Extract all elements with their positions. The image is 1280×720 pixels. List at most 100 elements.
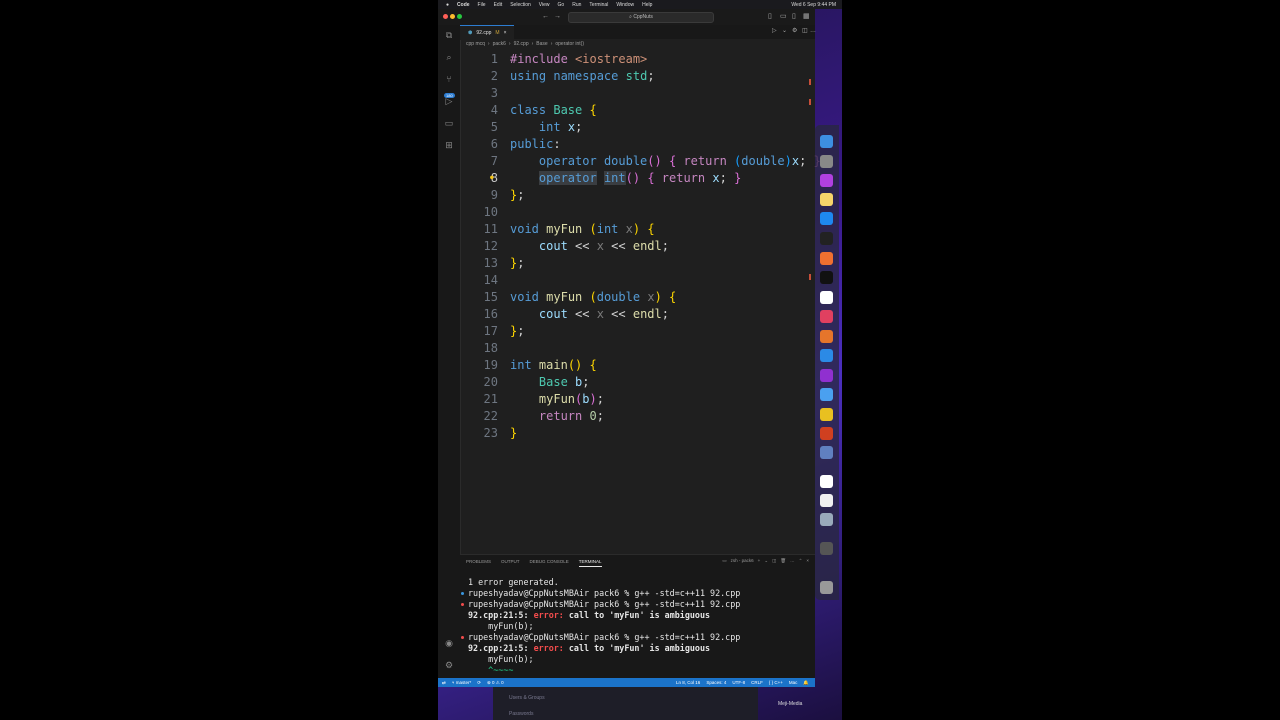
split-editor-icon[interactable]: ◫ <box>802 27 808 36</box>
menu-code[interactable]: Code <box>457 2 470 8</box>
code-text: int main() { <box>510 358 597 372</box>
datetime[interactable]: Wed 6 Sep 9:44 PM <box>791 2 836 8</box>
activity-monitor-icon[interactable] <box>820 232 833 245</box>
breadcrumb-item[interactable]: pack6 <box>493 41 506 47</box>
trash-icon[interactable]: 🗑 <box>780 558 786 564</box>
preview-icon[interactable] <box>820 446 833 459</box>
settings-gear-icon[interactable]: ⚙ <box>792 27 797 36</box>
forward-arrow-icon[interactable]: → <box>554 12 561 21</box>
extensions-icon[interactable]: ⊞ <box>443 139 455 151</box>
menu-run[interactable]: Run <box>572 2 581 8</box>
safari-icon[interactable] <box>820 388 833 401</box>
new-terminal-icon[interactable]: + <box>758 558 761 564</box>
close-tab-icon[interactable]: × <box>504 26 507 40</box>
mac-menubar: ● Code File Edit Selection View Go Run T… <box>438 0 842 9</box>
chevron-down-icon[interactable]: ⌄ <box>764 558 768 564</box>
platform[interactable]: Mac <box>789 678 798 687</box>
firefox-icon[interactable] <box>820 252 833 265</box>
menu-help[interactable]: Help <box>642 2 652 8</box>
branch-indicator[interactable]: ⑂ master* <box>452 678 471 687</box>
code-line: 3 <box>460 85 498 102</box>
tab-output[interactable]: OUTPUT <box>501 559 520 567</box>
language-mode[interactable]: { } C++ <box>769 678 783 687</box>
cursor-position[interactable]: Ln 8, Col 16 <box>676 678 700 687</box>
chrome-icon[interactable] <box>820 408 833 421</box>
lightbulb-icon[interactable]: ● <box>490 174 494 181</box>
notifications-icon[interactable]: 🔔 <box>803 678 809 687</box>
source-control-icon[interactable]: ⑂ <box>443 73 455 85</box>
run-icon[interactable]: ▷ <box>772 27 777 36</box>
onenote-icon[interactable] <box>820 369 833 382</box>
toggle-secondary-sidebar-icon[interactable]: ▯ <box>792 12 796 21</box>
back-arrow-icon[interactable]: ← <box>542 12 549 21</box>
line-number: 15 <box>483 290 498 304</box>
close-window-button[interactable] <box>443 14 448 19</box>
menu-view[interactable]: View <box>539 2 550 8</box>
explorer-icon[interactable]: ⧉ <box>443 29 455 41</box>
remote-icon[interactable]: ⇄ <box>442 678 446 687</box>
terminal-output[interactable]: 1 error generated. rupeshyadav@CppNutsMB… <box>461 577 813 676</box>
tab-debug-console[interactable]: DEBUG CONSOLE <box>530 559 569 567</box>
remote-explorer-icon[interactable]: ▭ <box>443 117 455 129</box>
obs-icon[interactable] <box>820 330 833 343</box>
breadcrumb-item[interactable]: Base <box>536 41 547 47</box>
downloads-icon[interactable] <box>820 513 833 526</box>
menu-file[interactable]: File <box>478 2 486 8</box>
terminal-app-icon[interactable] <box>820 271 833 284</box>
accounts-icon[interactable]: ◉ <box>443 637 455 649</box>
close-panel-icon[interactable]: × <box>806 558 809 564</box>
breadcrumb-separator: › <box>550 41 553 47</box>
line-ending[interactable]: CRLF <box>751 678 763 687</box>
zoom-window-button[interactable] <box>457 14 462 19</box>
toggle-panel-icon[interactable]: ▭ <box>780 12 787 21</box>
notion-icon[interactable] <box>820 291 833 304</box>
split-terminal-icon[interactable]: ◫ <box>772 558 776 564</box>
finder-icon[interactable] <box>820 135 833 148</box>
tab-92-cpp[interactable]: ⬢ 92.cpp M × <box>460 25 515 40</box>
maximize-panel-icon[interactable]: ⌃ <box>799 558 803 564</box>
customize-layout-icon[interactable]: ▦ <box>803 12 810 21</box>
encoding[interactable]: UTF-8 <box>732 678 745 687</box>
menu-terminal[interactable]: Terminal <box>589 2 608 8</box>
menu-window[interactable]: Window <box>616 2 634 8</box>
toggle-sidebar-icon[interactable]: ▯ <box>768 12 772 21</box>
app-store-icon[interactable] <box>820 212 833 225</box>
menu-selection[interactable]: Selection <box>510 2 531 8</box>
code-line: 17}; <box>460 323 525 340</box>
menu-go[interactable]: Go <box>558 2 565 8</box>
chevron-down-icon[interactable]: ⌄ <box>782 27 787 36</box>
code-line: 7 operator double() { return (double)x; … <box>460 153 821 170</box>
webex-icon[interactable] <box>820 475 833 488</box>
breadcrumb-item[interactable]: 92.cpp <box>514 41 529 47</box>
search-icon[interactable]: ⌕ <box>443 51 455 63</box>
recording-thumbnail-icon[interactable] <box>820 542 833 555</box>
code-editor[interactable]: 1 #include <iostream> 2 using namespace st… <box>460 49 821 554</box>
command-center-search[interactable]: ⌕ CppNuts <box>568 12 714 23</box>
launchpad-icon[interactable] <box>820 174 833 187</box>
apple-icon[interactable]: ● <box>446 2 449 8</box>
editor-scrollbar[interactable] <box>809 49 812 554</box>
more-actions-icon[interactable]: … <box>810 27 816 36</box>
sync-icon[interactable]: ⟳ <box>477 678 481 687</box>
indentation[interactable]: Spaces: 4 <box>706 678 726 687</box>
gear-icon[interactable]: ⚙ <box>443 659 455 671</box>
more-actions-icon[interactable]: … <box>790 558 795 564</box>
minimize-window-button[interactable] <box>450 14 455 19</box>
notes-icon[interactable] <box>820 193 833 206</box>
trash-icon[interactable] <box>820 581 833 594</box>
code-line: 16 cout << x << endl; <box>460 306 669 323</box>
system-settings-icon[interactable] <box>820 155 833 168</box>
desktop-folder-label[interactable]: Meji-Media <box>778 701 802 707</box>
shell-selector[interactable]: zsh - pack6 <box>731 558 754 564</box>
run-debug-icon[interactable]: ▷ <box>443 95 455 107</box>
menu-edit[interactable]: Edit <box>494 2 503 8</box>
app-icon[interactable] <box>820 427 833 440</box>
photos-icon[interactable] <box>820 310 833 323</box>
problems-indicator[interactable]: ⊗ 0 ⚠ 0 <box>487 678 504 687</box>
textedit-icon[interactable] <box>820 494 833 507</box>
tab-problems[interactable]: PROBLEMS <box>466 559 491 567</box>
tab-terminal[interactable]: TERMINAL <box>578 559 602 567</box>
vscode-icon[interactable] <box>820 349 833 362</box>
breadcrumb-item[interactable]: operator int() <box>555 41 584 47</box>
breadcrumb-item[interactable]: cpp mcq <box>466 41 485 47</box>
